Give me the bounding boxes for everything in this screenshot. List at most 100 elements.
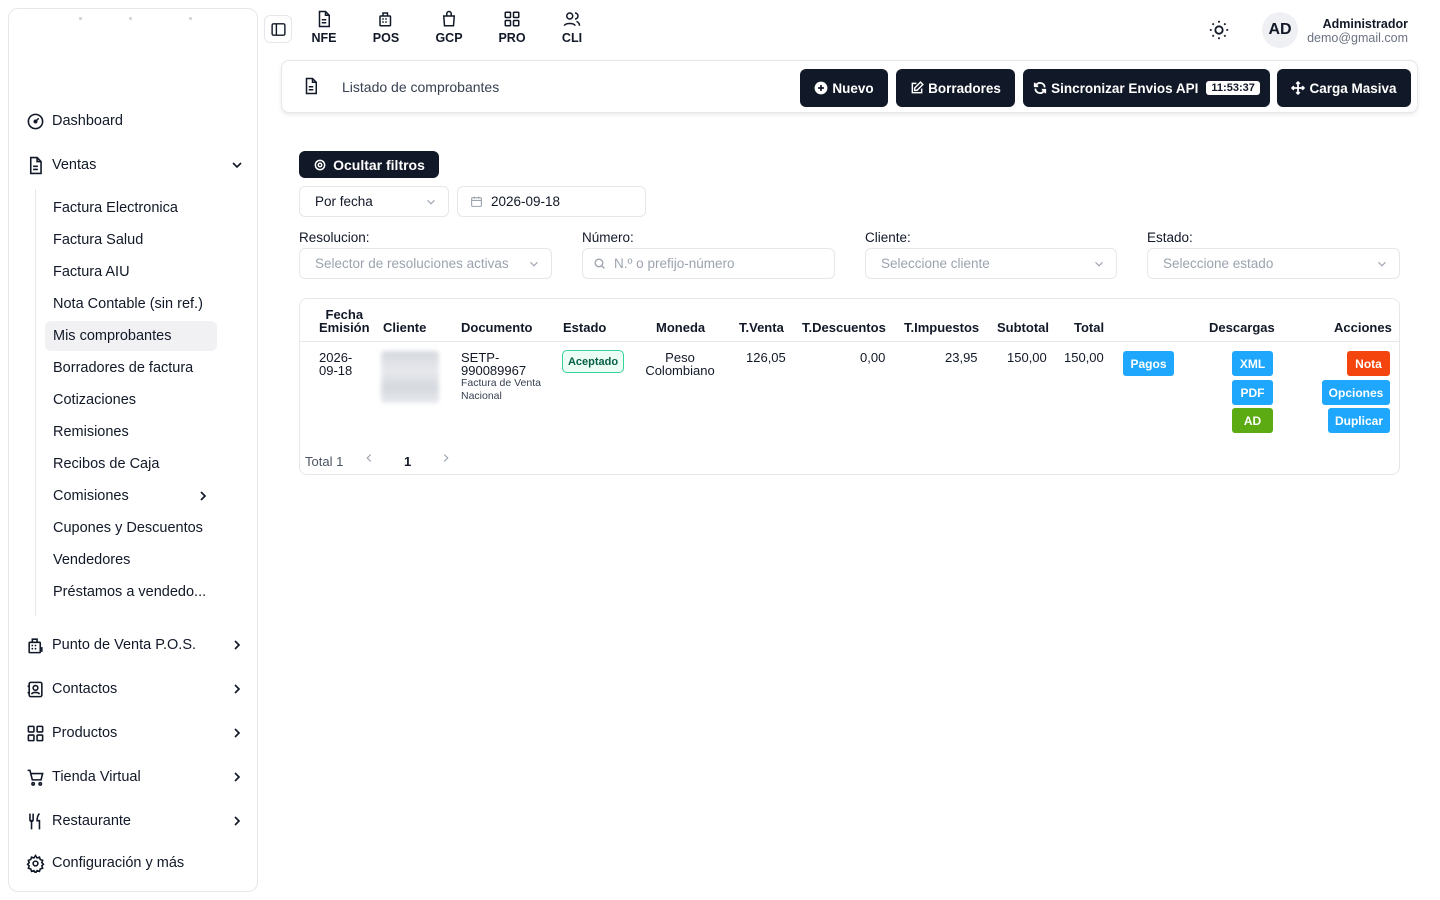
estado-label: Estado:	[1147, 230, 1193, 245]
sync-time-badge: 11:53:37	[1206, 81, 1260, 95]
sidebar-item-label: Restaurante	[52, 813, 131, 829]
duplicar-button[interactable]: Duplicar	[1328, 408, 1390, 433]
module-cli[interactable]: CLI	[550, 10, 594, 50]
module-pro[interactable]: PRO	[490, 10, 534, 50]
module-nfe[interactable]: NFE	[302, 10, 346, 50]
borradores-button[interactable]: Borradores	[896, 69, 1015, 107]
sincronizar-button[interactable]: Sincronizar Envios API 11:53:37	[1023, 69, 1270, 107]
plus-circle-icon	[814, 81, 828, 95]
module-label: NFE	[311, 31, 337, 45]
cell-documento[interactable]: SETP- 990089967 Factura de Venta Naciona…	[461, 351, 541, 403]
total-count: Total 1	[305, 454, 344, 469]
module-label: GCP	[435, 31, 463, 45]
numero-input[interactable]: N.º o prefijo-número	[582, 248, 835, 279]
cliente-label: Cliente:	[865, 230, 911, 245]
submenu-item-cotizaciones[interactable]: Cotizaciones	[45, 385, 217, 415]
sidebar-toggle-button[interactable]	[264, 15, 292, 43]
sidebar-item-label: Contactos	[52, 681, 118, 697]
submenu-label: Préstamos a vendedo...	[53, 584, 207, 600]
submenu-item-factura-aiu[interactable]: Factura AIU	[45, 257, 217, 287]
user-name: Administrador	[1322, 17, 1408, 31]
cliente-select[interactable]: Seleccione cliente	[865, 248, 1117, 279]
cell-moneda: Peso Colombiano	[640, 351, 720, 377]
avatar[interactable]: AD	[1262, 12, 1298, 48]
submenu-item-remisiones[interactable]: Remisiones	[45, 417, 217, 447]
submenu-item-prestamos[interactable]: Préstamos a vendedo...	[45, 577, 217, 607]
sidebar-item-label: Tienda Virtual	[52, 769, 141, 785]
sidebar-item-label: Dashboard	[52, 113, 123, 129]
button-label: Nuevo	[832, 80, 874, 96]
cell-tventa: 126,05	[746, 350, 786, 365]
submenu-item-cupones[interactable]: Cupones y Descuentos	[45, 513, 217, 543]
page-number[interactable]: 1	[404, 454, 411, 469]
cell-subtotal: 150,00	[1007, 350, 1047, 365]
document-icon	[318, 10, 330, 28]
chevron-right-icon	[234, 684, 241, 694]
sidebar-item-label: Configuración y más	[52, 855, 185, 871]
sidebar-item-restaurante[interactable]: Restaurante	[25, 805, 247, 837]
submenu-item-comisiones[interactable]: Comisiones	[45, 481, 217, 511]
toggle-filters-button[interactable]: Ocultar filtros	[299, 151, 439, 178]
resolucion-select[interactable]: Selector de resoluciones activas	[299, 248, 552, 279]
date-mode-select[interactable]: Por fecha	[299, 186, 449, 217]
submenu-divider	[35, 189, 36, 616]
chevron-right-icon	[234, 728, 241, 738]
sidebar-item-productos[interactable]: Productos	[25, 717, 247, 749]
cell-fecha: 2026- 09-18	[319, 351, 352, 377]
chevron-right-icon	[234, 640, 241, 650]
submenu-item-nota-contable[interactable]: Nota Contable (sin ref.)	[45, 289, 217, 319]
grid-icon	[25, 723, 45, 743]
chevron-right-icon[interactable]	[439, 451, 453, 465]
chevron-down-icon	[232, 162, 242, 169]
sidebar-item-pos[interactable]: Punto de Venta P.O.S.	[25, 629, 247, 661]
move-icon	[1291, 81, 1306, 95]
module-gcp[interactable]: GCP	[427, 10, 471, 50]
header-line: Emisión	[319, 320, 370, 335]
col-header-cliente: Cliente	[383, 320, 427, 335]
sidebar-item-configuracion[interactable]: Configuración y más	[25, 847, 247, 879]
col-header-acciones: Acciones	[1334, 320, 1392, 335]
nota-button[interactable]: Nota	[1347, 351, 1390, 376]
estado-select[interactable]: Seleccione estado	[1147, 248, 1400, 279]
submenu-item-vendedores[interactable]: Vendedores	[45, 545, 217, 575]
module-label: CLI	[561, 31, 583, 45]
pagos-button[interactable]: Pagos	[1123, 351, 1174, 376]
submenu-label: Comisiones	[53, 488, 129, 504]
cell-timpuestos: 23,95	[945, 350, 978, 365]
carga-masiva-button[interactable]: Carga Masiva	[1277, 69, 1411, 107]
sidebar-item-contactos[interactable]: Contactos	[25, 673, 247, 705]
submenu-item-factura-electronica[interactable]: Factura Electronica	[45, 193, 217, 223]
chevron-down-icon	[530, 261, 538, 267]
chevron-left-icon[interactable]	[362, 451, 376, 465]
sidebar-item-label: Ventas	[52, 157, 97, 173]
users-icon	[563, 12, 581, 27]
cell-line: Colombiano	[645, 363, 715, 378]
module-pos[interactable]: POS	[364, 10, 408, 50]
pos-icon	[25, 635, 45, 655]
submenu-item-borradores[interactable]: Borradores de factura	[45, 353, 217, 383]
sidebar-item-ventas[interactable]: Ventas	[25, 149, 247, 181]
col-header-subtotal: Subtotal	[997, 320, 1049, 335]
sidebar-item-label: Punto de Venta P.O.S.	[52, 637, 197, 653]
module-label: POS	[372, 31, 400, 45]
chevron-down-icon	[427, 199, 435, 205]
sidebar-item-dashboard[interactable]: Dashboard	[25, 105, 247, 137]
ad-button[interactable]: AD	[1232, 408, 1273, 433]
submenu-item-mis-comprobantes[interactable]: Mis comprobantes	[45, 321, 217, 351]
sidebar-item-tienda-virtual[interactable]: Tienda Virtual	[25, 761, 247, 793]
pdf-button[interactable]: PDF	[1232, 380, 1273, 405]
utensils-icon	[25, 811, 45, 831]
submenu-label: Nota Contable (sin ref.)	[53, 296, 203, 312]
xml-button[interactable]: XML	[1232, 351, 1273, 376]
submenu-label: Mis comprobantes	[53, 328, 172, 344]
submenu-item-factura-salud[interactable]: Factura Salud	[45, 225, 217, 255]
button-label: Ocultar filtros	[333, 156, 425, 173]
submenu-item-recibos[interactable]: Recibos de Caja	[45, 449, 217, 479]
submenu-label: Recibos de Caja	[53, 456, 160, 472]
opciones-button[interactable]: Opciones	[1322, 380, 1390, 405]
submenu-label: Vendedores	[53, 552, 131, 568]
date-input[interactable]: 2026-09-18	[457, 186, 646, 217]
sun-icon[interactable]	[1208, 19, 1230, 41]
col-header-total: Total	[1074, 320, 1105, 335]
nuevo-button[interactable]: Nuevo	[800, 69, 888, 107]
